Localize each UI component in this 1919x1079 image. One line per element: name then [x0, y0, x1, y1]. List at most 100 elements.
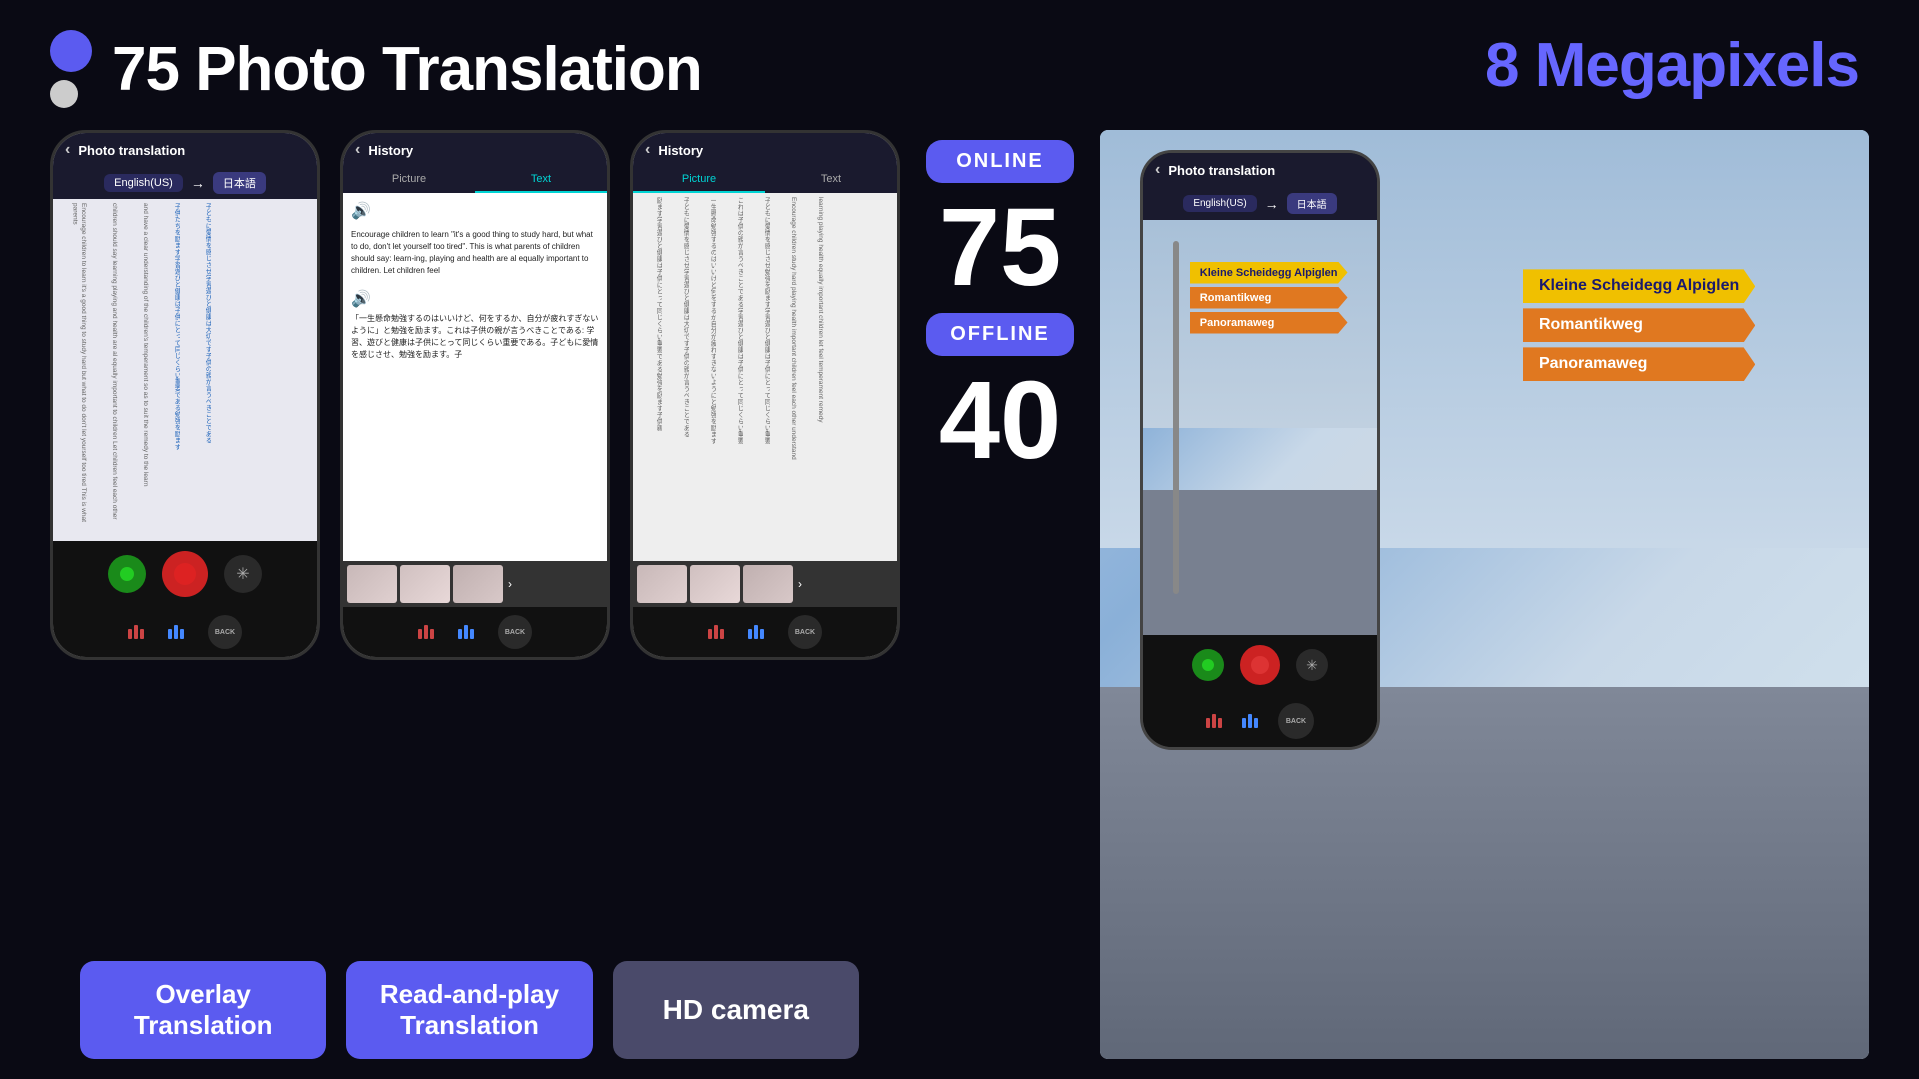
- back-btn3[interactable]: BACK: [788, 615, 822, 649]
- phone3-screen: ‹ History Picture Text 励ます学習遊びと健康は子供にとって…: [633, 133, 897, 657]
- record-btn[interactable]: [162, 551, 208, 597]
- big-back-btn[interactable]: BACK: [1278, 703, 1314, 739]
- big-phone-bottom-controls: BACK: [1143, 695, 1377, 747]
- vtext3: 一生懸命勉強するのはいいけど何をするか自分が疲れすぎないようにと勉強を励ます: [691, 197, 716, 557]
- megapixels-badge: 8 Megapixels: [1485, 30, 1859, 101]
- back-btn2[interactable]: BACK: [498, 615, 532, 649]
- phone3-title: History: [658, 143, 703, 158]
- offline-number: 40: [939, 366, 1061, 476]
- green-btn[interactable]: [108, 555, 146, 593]
- bars-blue1[interactable]: [168, 625, 184, 639]
- big-photo-section: Kleine Scheidegg Alpiglen Romantikweg Pa…: [1100, 130, 1869, 1059]
- bars-red2[interactable]: [418, 625, 434, 639]
- caption-row: OverlayTranslation Read-and-playTranslat…: [80, 961, 859, 1059]
- back-label2: BACK: [505, 629, 525, 636]
- phone2-title: History: [368, 143, 413, 158]
- bars-red3[interactable]: [708, 625, 724, 639]
- phone3: ‹ History Picture Text 励ます学習遊びと健康は子供にとって…: [630, 130, 900, 660]
- vtext2: 子どもに愛情を感じさせ学習遊びと健康は大切です子供の親が言うべきことである: [664, 197, 689, 557]
- lang-from[interactable]: English(US): [104, 174, 183, 192]
- tab-picture2[interactable]: Picture: [343, 167, 475, 193]
- big-bars-red[interactable]: [1206, 714, 1222, 728]
- header: 75 Photo Translation: [50, 30, 702, 108]
- back-arrow-icon[interactable]: ‹: [65, 141, 70, 159]
- phone1-lang-bar: English(US) → 日本語: [53, 167, 317, 199]
- speaker2-icon: 🔊: [351, 289, 371, 309]
- phone3-tabs: Picture Text: [633, 167, 897, 193]
- phone1-text-col1: Encourage children to learn it's a good …: [57, 203, 87, 537]
- phone3-bottom-controls: BACK: [633, 607, 897, 657]
- phone2-section: ‹ History Picture Text 🔊 Encourage child…: [340, 130, 610, 1059]
- tab-text3[interactable]: Text: [765, 167, 897, 193]
- phone3-thumbnails: ›: [633, 561, 897, 607]
- big-lang-to[interactable]: 日本語: [1287, 193, 1337, 214]
- sign-orange2: Panoramaweg: [1523, 347, 1755, 381]
- phone2-screen: ‹ History Picture Text 🔊 Encourage child…: [343, 133, 607, 657]
- speaker-icon: 🔊: [351, 201, 371, 221]
- phone3-history-content: 励ます学習遊びと健康は子供にとって同じくらい重要である勉強を励ます子供親 子ども…: [633, 193, 897, 561]
- big-bars-blue[interactable]: [1242, 714, 1258, 728]
- dot-blue-icon: [50, 30, 92, 72]
- phone1-text-col3: and have a clear understanding of the ch…: [119, 203, 149, 537]
- phone3-section: ‹ History Picture Text 励ます学習遊びと健康は子供にとって…: [630, 130, 900, 1059]
- overlay-translation-btn[interactable]: OverlayTranslation: [80, 961, 326, 1059]
- star-btn[interactable]: ✳: [224, 555, 262, 593]
- speaker-row2: 🔊: [351, 289, 599, 309]
- tab-text2[interactable]: Text: [475, 167, 607, 193]
- big-phone-title: Photo translation: [1168, 163, 1275, 178]
- phone1-title: Photo translation: [78, 143, 185, 158]
- thumb3[interactable]: [453, 565, 503, 603]
- bars-red1[interactable]: [128, 625, 144, 639]
- tab-picture3[interactable]: Picture: [633, 167, 765, 193]
- phone2-wrapper: ‹ History Picture Text 🔊 Encourage child…: [340, 130, 610, 690]
- bars-blue2[interactable]: [458, 625, 474, 639]
- dot-white-icon: [50, 80, 78, 108]
- vtext4: これは子供の親が言うべきことである学習遊びと健康は子供にとって同じくらい重要: [718, 197, 743, 557]
- big-green-btn[interactable]: [1192, 649, 1224, 681]
- back-btn1[interactable]: BACK: [208, 615, 242, 649]
- online-number: 75: [939, 193, 1061, 303]
- main-content: ‹ Photo translation English(US) → 日本語 En…: [50, 130, 1869, 1059]
- big-record-btn[interactable]: [1240, 645, 1280, 685]
- offline-label: OFFLINE: [946, 323, 1054, 346]
- phone1-text-col5: 子どもに愛情を感じさせ学習遊びと健康は大切です子供の親が言うべきことである: [181, 203, 211, 537]
- vtext6: Encourage children study hard playing he…: [772, 197, 797, 557]
- thumb4[interactable]: [637, 565, 687, 603]
- phone2-thumbnails: ›: [343, 561, 607, 607]
- lang-arrow-icon: →: [191, 175, 205, 191]
- back-arrow2-icon[interactable]: ‹: [355, 141, 360, 159]
- vtext1: 励ます学習遊びと健康は子供にとって同じくらい重要である勉強を励ます子供親: [637, 197, 662, 557]
- sign-pole: [1173, 241, 1179, 594]
- online-label: ONLINE: [946, 150, 1054, 173]
- thumb6[interactable]: [743, 565, 793, 603]
- read-play-btn[interactable]: Read-and-playTranslation: [346, 961, 592, 1059]
- phone1-content: Encourage children to learn it's a good …: [53, 199, 317, 541]
- thumb5[interactable]: [690, 565, 740, 603]
- big-lang-arrow-icon: →: [1265, 196, 1279, 212]
- big-phone-back-icon[interactable]: ‹: [1155, 161, 1160, 179]
- phone2-tabs: Picture Text: [343, 167, 607, 193]
- inner-sign-orange2: Panoramaweg: [1190, 312, 1348, 334]
- bars-blue3[interactable]: [748, 625, 764, 639]
- background-signpost: Kleine Scheidegg Alpiglen Romantikweg Pa…: [1523, 269, 1755, 381]
- thumb1[interactable]: [347, 565, 397, 603]
- lang-to[interactable]: 日本語: [213, 172, 266, 194]
- inner-sign-orange: Romantikweg: [1190, 287, 1348, 309]
- big-back-label: BACK: [1286, 718, 1306, 725]
- phone2-bottom-controls: BACK: [343, 607, 607, 657]
- sign-yellow: Kleine Scheidegg Alpiglen: [1523, 269, 1755, 303]
- back-arrow3-icon[interactable]: ‹: [645, 141, 650, 159]
- phone1-section: ‹ Photo translation English(US) → 日本語 En…: [50, 130, 320, 1059]
- hd-camera-btn[interactable]: HD camera: [613, 961, 859, 1059]
- inner-signpost: Kleine Scheidegg Alpiglen Romantikweg Pa…: [1190, 262, 1348, 334]
- dot-group: [50, 30, 92, 108]
- offline-badge: OFFLINE: [926, 313, 1074, 356]
- thumb2[interactable]: [400, 565, 450, 603]
- big-star-btn[interactable]: ✳: [1296, 649, 1328, 681]
- history-text-jp: 「一生懸命勉強するのはいいけど、何をするか、自分が疲れすぎないように」と勉強を励…: [351, 313, 599, 361]
- phone2: ‹ History Picture Text 🔊 Encourage child…: [340, 130, 610, 660]
- big-lang-from[interactable]: English(US): [1183, 195, 1256, 212]
- phone3-topbar: ‹ History: [633, 133, 897, 167]
- vtext7: learning playing health equally importan…: [799, 197, 824, 557]
- thumb-more2: ›: [798, 577, 802, 591]
